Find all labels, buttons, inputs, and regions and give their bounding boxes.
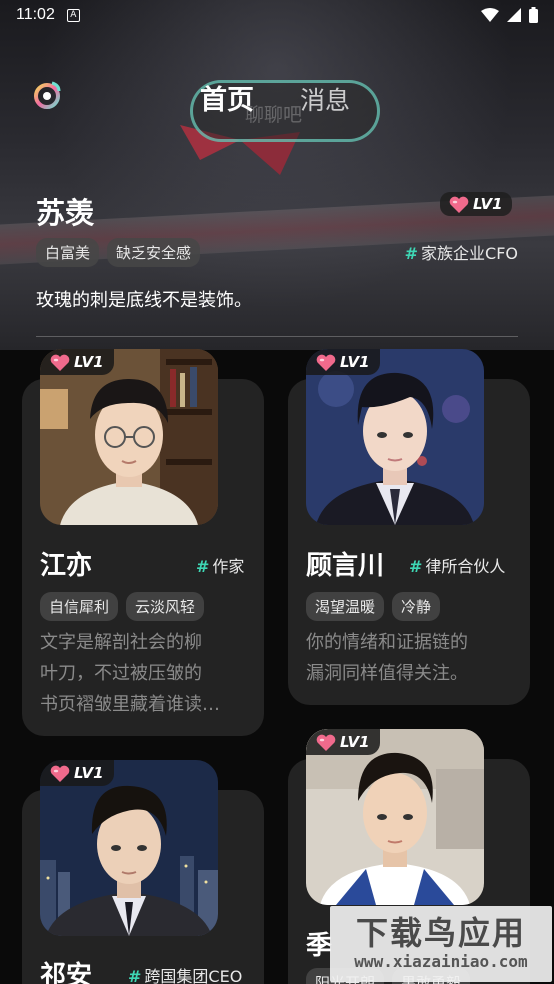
watermark-overlay: 下载鸟应用 www.xiazainiao.com <box>330 906 552 982</box>
card-occupation: # 作家 <box>196 553 244 577</box>
portrait-image <box>306 349 484 525</box>
card-level-text: LV1 <box>340 733 370 751</box>
hero-level-badge: LV1 <box>440 192 512 216</box>
hero-divider <box>36 336 518 337</box>
tab-messages[interactable]: 消息 <box>300 81 350 117</box>
heart-icon <box>449 196 469 213</box>
card-character-name: 顾言川 <box>306 551 385 581</box>
card-description-line: 文字是解剖社会的柳 <box>40 632 202 653</box>
card-level-badge: LV1 <box>306 729 380 755</box>
hero-occupation: # 家族企业CFO <box>405 240 518 264</box>
character-photo[interactable]: LV1 <box>306 729 484 905</box>
heart-icon <box>50 765 70 782</box>
card-level-text: LV1 <box>74 764 104 782</box>
battery-icon <box>529 7 538 23</box>
card-level-text: LV1 <box>74 353 104 371</box>
hashtag-icon: # <box>128 967 142 984</box>
hero-level-text: LV1 <box>473 195 503 213</box>
card-level-badge: LV1 <box>40 349 114 375</box>
hero-occupation-text: 家族企业CFO <box>421 244 518 263</box>
card-character-name: 祁安 <box>40 961 93 984</box>
card-tag: 云淡风轻 <box>126 592 205 621</box>
portrait-image <box>40 760 218 936</box>
card-occupation-text: 律所合伙人 <box>425 557 506 576</box>
watermark-url: www.xiazainiao.com <box>354 952 528 971</box>
hashtag-icon: # <box>196 557 210 576</box>
card-occupation: # 跨国集团CEO <box>128 963 242 984</box>
card-level-badge: LV1 <box>40 760 114 786</box>
card-tag: 自信犀利 <box>40 592 119 621</box>
hero-tag: 白富美 <box>36 238 100 267</box>
hashtag-icon: # <box>409 557 423 576</box>
status-time: 11:02 <box>16 6 55 23</box>
card-description-line: 书页褶皱里藏着谁读… <box>40 694 220 715</box>
card-tags: 渴望温暖 冷静 <box>306 592 441 621</box>
watermark-title: 下载鸟应用 <box>355 914 526 952</box>
card-description-line: 你的情绪和证据链的 <box>306 632 468 653</box>
heart-icon <box>316 354 336 371</box>
card-level-badge: LV1 <box>306 349 380 375</box>
card-character-name: 季 <box>306 931 333 961</box>
card-tag: 渴望温暖 <box>306 592 385 621</box>
card-description: 你的情绪和证据链的 漏洞同样值得关注。 <box>306 627 506 689</box>
hero-tag: 缺乏安全感 <box>107 238 201 267</box>
app-logo-icon[interactable] <box>32 80 62 110</box>
hashtag-icon: # <box>404 244 419 263</box>
card-tags: 自信犀利 云淡风轻 <box>40 592 205 621</box>
heart-icon <box>50 354 70 371</box>
hero-tags: 白富美 缺乏安全感 <box>36 238 201 267</box>
portrait-image <box>40 349 218 525</box>
card-character-name: 江亦 <box>40 551 93 581</box>
portrait-image <box>306 729 484 905</box>
character-photo[interactable]: LV1 <box>40 760 218 936</box>
top-tabs: 首页 消息 <box>200 78 350 117</box>
status-bar: 11:02 A <box>0 0 554 30</box>
card-level-text: LV1 <box>340 353 370 371</box>
card-description-line: 叶刀，不过被压皱的 <box>40 663 202 684</box>
hero-quote: 玫瑰的刺是底线不是装饰。 <box>36 290 252 311</box>
notification-icon: A <box>66 8 80 22</box>
heart-icon <box>316 734 336 751</box>
tab-home[interactable]: 首页 <box>200 78 254 117</box>
hero-character-name: 苏羡 <box>36 196 95 230</box>
card-description-line: 漏洞同样值得关注。 <box>306 663 468 684</box>
card-description: 文字是解剖社会的柳 叶刀，不过被压皱的 书页褶皱里藏着谁读… <box>40 627 240 720</box>
wifi-icon <box>481 8 499 22</box>
card-occupation: # 律所合伙人 <box>409 553 505 577</box>
card-occupation-text: 跨国集团CEO <box>144 967 243 984</box>
card-tag: 冷静 <box>392 592 441 621</box>
card-occupation-text: 作家 <box>212 557 245 576</box>
character-photo[interactable]: LV1 <box>40 349 218 525</box>
character-photo[interactable]: LV1 <box>306 349 484 525</box>
signal-icon <box>507 8 521 22</box>
